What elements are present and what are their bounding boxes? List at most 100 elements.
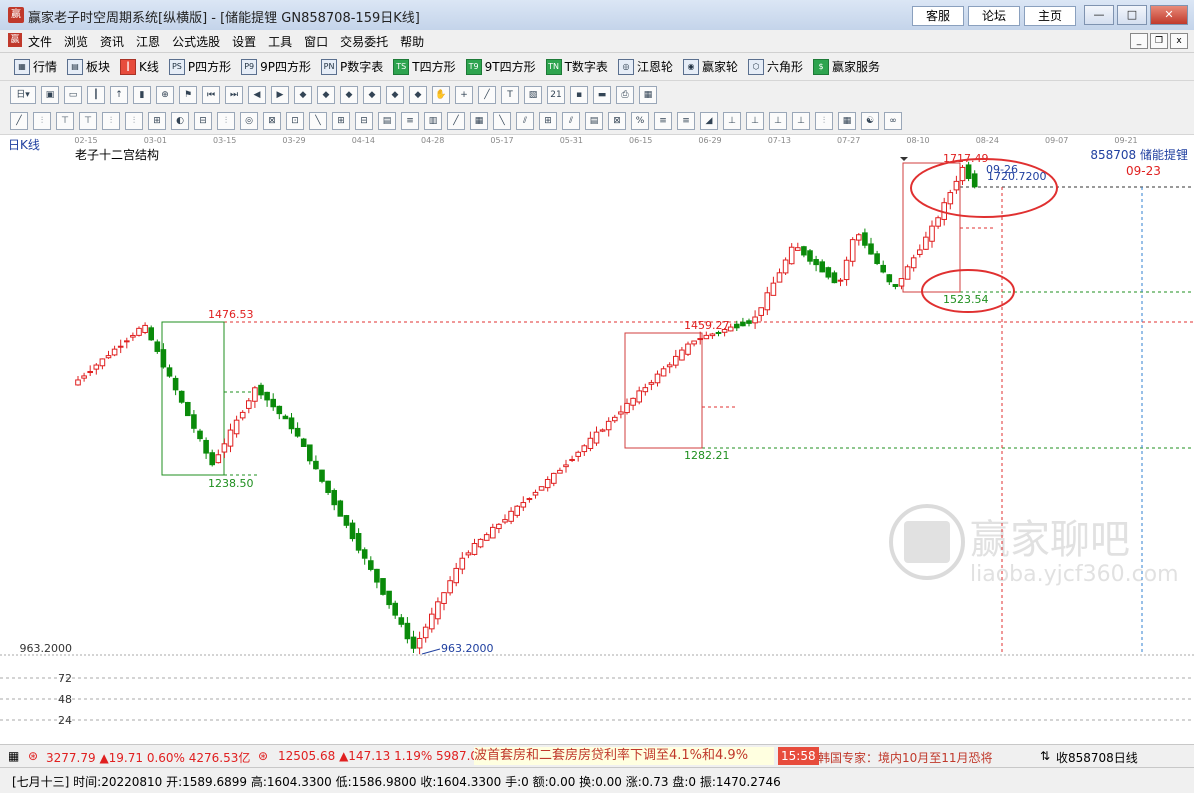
candle-down[interactable]	[813, 259, 819, 266]
sh-index-quote[interactable]: 3277.79 ▲19.71 0.60% 4276.53亿	[46, 749, 250, 766]
candle-up[interactable]	[105, 355, 112, 359]
candle-down[interactable]	[258, 384, 264, 396]
candle-up[interactable]	[477, 538, 484, 548]
right-icon[interactable]: ▶	[271, 86, 289, 104]
percent-icon[interactable]: %	[631, 112, 649, 130]
candle-up[interactable]	[849, 239, 856, 262]
candle-down[interactable]	[172, 377, 179, 391]
candle-down[interactable]	[740, 321, 746, 327]
candle-up[interactable]	[502, 519, 508, 523]
candle-up[interactable]	[605, 420, 612, 431]
news-headline[interactable]: 韩国专家：境内10月至11月恐将	[818, 749, 1034, 766]
candle-up[interactable]	[514, 505, 521, 516]
candle-up[interactable]	[215, 454, 222, 464]
candle-down[interactable]	[276, 405, 283, 415]
candle-up[interactable]	[221, 443, 228, 453]
candle-down[interactable]	[294, 427, 301, 437]
candle-down[interactable]	[404, 622, 411, 640]
tool-25-icon[interactable]: ⫽	[562, 112, 580, 130]
print-icon[interactable]: ⎙	[616, 86, 634, 104]
tb-service[interactable]: $ 赢家服务	[812, 58, 880, 75]
tool-8-icon[interactable]: ◐	[171, 112, 189, 130]
kline-chart-panel[interactable]: 赢家聊吧 liaoba.yjcf360.com 02-15 03-01 03-15 0…	[0, 135, 1194, 743]
forum-link[interactable]: 论坛	[968, 6, 1020, 26]
db-icon[interactable]: ▬	[593, 86, 611, 104]
candle-up[interactable]	[673, 355, 679, 366]
tb-gann-wheel[interactable]: ◎ 江恩轮	[617, 58, 673, 75]
candle-up[interactable]	[910, 257, 917, 269]
candle-down[interactable]	[307, 444, 313, 462]
tool-15-icon[interactable]: ⊞	[332, 112, 350, 130]
candle-up[interactable]	[697, 338, 704, 341]
candle-up[interactable]	[75, 379, 81, 386]
tool-5-icon[interactable]: ⫶	[102, 112, 120, 130]
line-icon[interactable]: ╱	[478, 86, 496, 104]
calendar-icon[interactable]: 21	[547, 86, 565, 104]
candle-down[interactable]	[746, 320, 752, 324]
tool-34-icon[interactable]: ⊥	[769, 112, 787, 130]
tool-17-icon[interactable]: ▤	[378, 112, 396, 130]
candle-down[interactable]	[380, 578, 386, 595]
candle-up[interactable]	[837, 279, 844, 282]
candle-up[interactable]	[612, 416, 618, 422]
candle-down[interactable]	[166, 367, 173, 377]
menu-tools[interactable]: 工具	[268, 33, 292, 50]
candle-down[interactable]	[270, 398, 276, 408]
candle-down[interactable]	[160, 349, 167, 368]
candle-up[interactable]	[666, 364, 673, 368]
tb-t-table[interactable]: TN T数字表	[545, 58, 608, 75]
candle-down[interactable]	[178, 390, 185, 403]
candle-up[interactable]	[496, 523, 502, 530]
candle-down[interactable]	[965, 164, 972, 179]
up-bars-icon[interactable]: ↑	[110, 86, 128, 104]
menu-settings[interactable]: 设置	[232, 33, 256, 50]
candle-up[interactable]	[947, 192, 954, 205]
switch-icon[interactable]: ⇅	[1040, 749, 1050, 763]
image-icon[interactable]: ▧	[524, 86, 542, 104]
candle-up[interactable]	[508, 510, 514, 522]
candle-down[interactable]	[209, 452, 215, 466]
tb-hexagon[interactable]: ⬡ 六角形	[747, 58, 803, 75]
candle-up[interactable]	[843, 259, 850, 281]
candle-up[interactable]	[252, 387, 258, 402]
candle-up[interactable]	[87, 371, 94, 374]
tool-23-icon[interactable]: ⫽	[516, 112, 534, 130]
tool-24-icon[interactable]: ⊞	[539, 112, 557, 130]
candle-up[interactable]	[471, 543, 478, 555]
candle-up[interactable]	[624, 402, 630, 414]
candle-down[interactable]	[386, 590, 392, 606]
candle-down[interactable]	[368, 560, 374, 570]
candle-up[interactable]	[709, 333, 716, 337]
candle-down[interactable]	[197, 430, 203, 440]
diamond6-icon[interactable]: ◆	[409, 86, 427, 104]
candle-up[interactable]	[685, 343, 691, 355]
candle-up[interactable]	[124, 340, 130, 343]
home-link[interactable]: 主页	[1024, 6, 1076, 26]
candle-up[interactable]	[117, 345, 124, 348]
yinyang-icon[interactable]: ☯	[861, 112, 879, 130]
candle-up[interactable]	[526, 498, 533, 501]
menu-help[interactable]: 帮助	[400, 33, 424, 50]
candle-down[interactable]	[410, 636, 417, 649]
candle-up[interactable]	[795, 247, 801, 251]
mdi-restore-button[interactable]: ❐	[1150, 33, 1168, 49]
candle-down[interactable]	[349, 522, 356, 540]
kline-chart-svg[interactable]: 赢家聊吧 liaoba.yjcf360.com 02-15 03-01 03-15 0…	[0, 135, 1194, 743]
chart-icon[interactable]: ▣	[41, 86, 59, 104]
candle-up[interactable]	[953, 180, 960, 191]
candle-up[interactable]	[654, 373, 661, 384]
candle-up[interactable]	[660, 368, 667, 377]
candle-up[interactable]	[453, 567, 459, 584]
tool-18-icon[interactable]: ≡	[401, 112, 419, 130]
candle-down[interactable]	[715, 331, 722, 334]
bar-icon[interactable]: ┃	[87, 86, 105, 104]
candle-up[interactable]	[459, 557, 466, 570]
candle-down[interactable]	[801, 246, 807, 256]
candle-up[interactable]	[246, 400, 252, 409]
crosshair-icon[interactable]: +	[455, 86, 473, 104]
hand-icon[interactable]: ✋	[432, 86, 450, 104]
candle-down[interactable]	[185, 401, 191, 417]
candle-down[interactable]	[361, 549, 368, 559]
candle-up[interactable]	[581, 445, 588, 453]
diamond2-icon[interactable]: ◆	[317, 86, 335, 104]
